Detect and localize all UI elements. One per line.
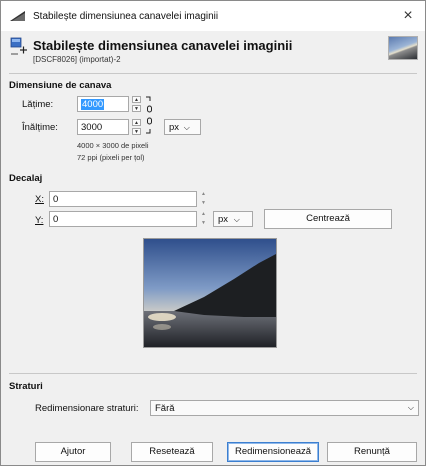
offset-x-value: 0 (53, 194, 59, 205)
resize-button[interactable]: Redimensionează (227, 442, 319, 462)
resize-layers-value: Fără (155, 403, 175, 414)
chevron-down-icon: ⌵ (407, 403, 414, 412)
offset-x-input[interactable]: 0 (49, 191, 197, 207)
spin-up-icon[interactable]: ▲ (132, 119, 141, 126)
width-label: Lățime: (22, 99, 54, 110)
image-thumbnail (388, 36, 418, 60)
spin-down-icon[interactable]: ▼ (132, 105, 141, 112)
help-button-label: Ajutor (60, 446, 86, 457)
chevron-down-icon: ⌵ (183, 123, 190, 132)
image-name: [DSCF8026] (importat)-2 (33, 55, 121, 64)
cancel-button-label: Renunță (354, 446, 390, 457)
offset-x-spinner[interactable]: ▲ ▼ (199, 191, 208, 207)
width-value: 4000 (81, 99, 105, 110)
height-label: Înălțime: (22, 122, 58, 133)
spin-up-icon[interactable]: ▲ (199, 211, 208, 218)
offset-y-spinner[interactable]: ▲ ▼ (199, 211, 208, 227)
dialog-header: Stabilește dimensiunea canavelei imagini… (1, 31, 425, 71)
canvas-unit-value: px (169, 122, 180, 133)
resize-button-label: Redimensionează (234, 446, 312, 457)
spin-down-icon[interactable]: ▼ (199, 200, 208, 207)
help-button[interactable]: Ajutor (35, 442, 111, 462)
canvas-size-dialog: Stabilește dimensiunea canavelei imagini… (0, 0, 426, 466)
offset-unit-select[interactable]: px ⌵ (213, 211, 253, 227)
height-spinner[interactable]: ▲ ▼ (132, 119, 141, 135)
gimp-app-icon (10, 11, 25, 21)
reset-button[interactable]: Resetează (131, 442, 213, 462)
offset-x-label: X: (35, 194, 44, 205)
center-button[interactable]: Centrează (264, 209, 392, 229)
preview-image (144, 239, 276, 347)
layers-divider (9, 373, 417, 374)
width-spinner[interactable]: ▲ ▼ (132, 96, 141, 112)
resize-layers-select[interactable]: Fără ⌵ (150, 400, 419, 416)
close-button[interactable]: × (399, 7, 417, 25)
header-divider (9, 73, 417, 74)
spin-up-icon[interactable]: ▲ (132, 96, 141, 103)
height-value: 3000 (81, 122, 103, 133)
offset-unit-value: px (218, 214, 229, 225)
offset-section-title: Decalaj (9, 173, 43, 184)
resolution-info: 72 ppi (pixeli per țol) (77, 153, 145, 162)
spin-up-icon[interactable]: ▲ (199, 191, 208, 198)
offset-y-input[interactable]: 0 (49, 211, 197, 227)
title-bar: Stabilește dimensiunea canavelei imagini… (1, 1, 425, 31)
center-button-label: Centrează (306, 213, 350, 224)
chevron-down-icon: ⌵ (233, 215, 240, 224)
resize-layers-label: Redimensionare straturi: (35, 403, 139, 414)
close-icon: × (403, 7, 413, 24)
canvas-preview[interactable] (143, 238, 277, 348)
canvas-size-icon (10, 37, 27, 55)
chain-link-icon[interactable] (146, 95, 152, 135)
window-title: Stabilește dimensiunea canavelei imagini… (33, 11, 219, 22)
offset-y-label: Y: (35, 215, 44, 226)
cancel-button[interactable]: Renunță (327, 442, 417, 462)
canvas-unit-select[interactable]: px ⌵ (164, 119, 201, 135)
offset-y-value: 0 (53, 214, 59, 225)
reset-button-label: Resetează (149, 446, 195, 457)
spin-down-icon[interactable]: ▼ (199, 220, 208, 227)
height-input[interactable]: 3000 (77, 119, 129, 135)
spin-down-icon[interactable]: ▼ (132, 128, 141, 135)
canvas-size-section-title: Dimensiune de canava (9, 80, 112, 91)
dialog-heading: Stabilește dimensiunea canavelei imagini… (33, 38, 293, 53)
width-input[interactable]: 4000 (77, 96, 129, 112)
pixel-dimensions-info: 4000 × 3000 de pixeli (77, 141, 149, 150)
layers-section-title: Straturi (9, 381, 43, 392)
